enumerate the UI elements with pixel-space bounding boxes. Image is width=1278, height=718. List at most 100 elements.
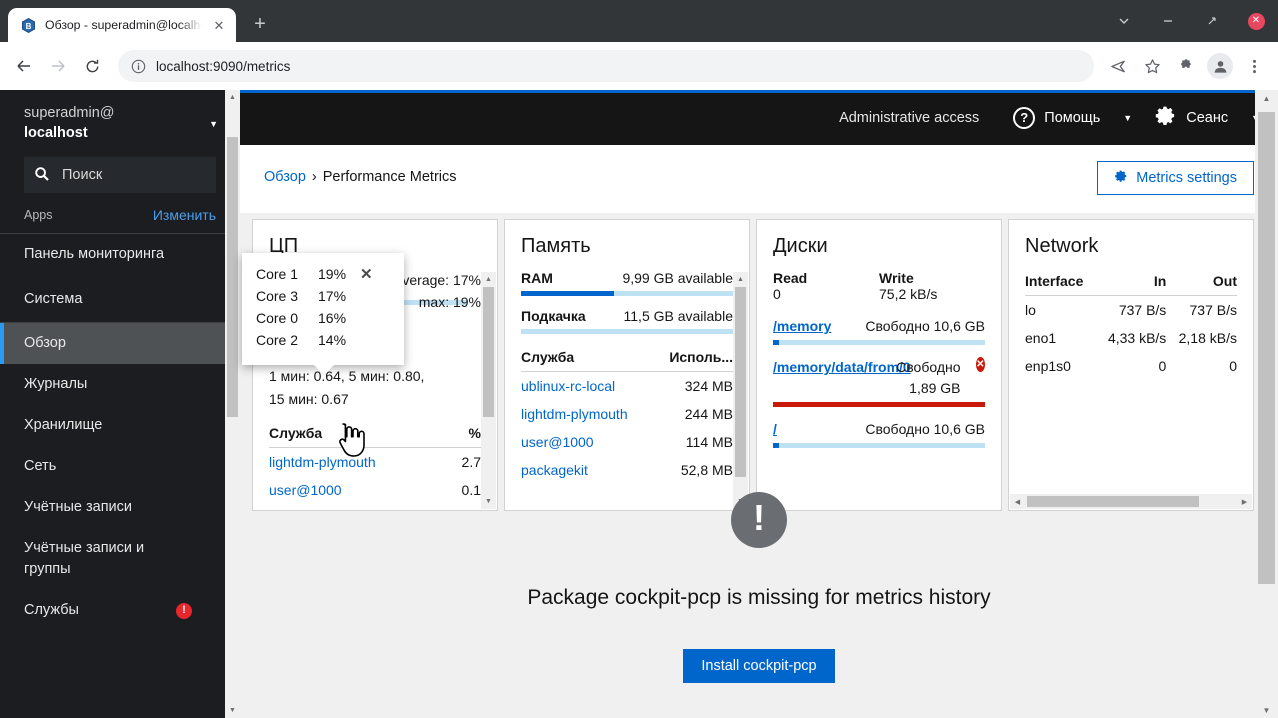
svg-text:B: B — [26, 22, 32, 31]
table-row[interactable]: lightdm-plymouth 244 MB — [521, 400, 733, 428]
disk-mount-link[interactable]: /memory/data/from/0 — [773, 357, 911, 377]
person-avatar-icon[interactable] — [1204, 50, 1236, 82]
sidebar-item-accounts-groups[interactable]: Учётные записи и группы — [0, 528, 240, 590]
three-dots-vertical-icon[interactable] — [1238, 50, 1270, 82]
chevron-up-icon[interactable]: ▲ — [481, 272, 496, 287]
sidebar-item-services[interactable]: Службы ! — [0, 590, 240, 631]
close-icon[interactable]: ✕ — [210, 16, 228, 34]
table-row[interactable]: enp1s0 0 0 — [1025, 352, 1237, 380]
scrollbar-thumb[interactable] — [1258, 112, 1275, 584]
gear-icon — [1154, 104, 1177, 131]
breadcrumb-root-link[interactable]: Обзор — [264, 169, 306, 185]
chevron-down-icon[interactable]: ▼ — [225, 703, 240, 718]
host-switcher[interactable]: superadmin@ localhost ▼ — [0, 90, 240, 153]
address-bar[interactable]: localhost:9090/metrics — [118, 50, 1094, 82]
disk-usage-bar-fill — [773, 443, 780, 449]
close-icon[interactable]: ✕ — [360, 267, 373, 282]
scrollbar-track[interactable] — [733, 287, 748, 494]
disk-usage-bar — [773, 443, 985, 449]
gear-icon — [1114, 169, 1128, 187]
chevron-up-icon[interactable]: ▲ — [1255, 90, 1278, 106]
core-label: Core 1 — [256, 266, 299, 282]
cockpit-logo-icon: B — [20, 17, 37, 34]
session-menu[interactable]: Сеанс ▼ — [1154, 104, 1260, 131]
table-row[interactable]: eno1 4,33 kB/s 2,18 kB/s — [1025, 324, 1237, 352]
breadcrumb-current: Performance Metrics — [322, 169, 457, 185]
interface-in: 737 B/s — [1118, 302, 1167, 318]
disk-mount-link[interactable]: / — [773, 419, 777, 439]
close-icon[interactable]: ✕ — [1234, 0, 1278, 42]
minimize-icon[interactable] — [1146, 0, 1190, 42]
scrollbar-track[interactable] — [1255, 106, 1278, 702]
error-circle-icon: ✕ — [975, 357, 985, 373]
cockpit-app: superadmin@ localhost ▼ Поиск Apps Измен… — [0, 90, 1278, 718]
scrollbar-thumb[interactable] — [483, 287, 494, 417]
sidebar-item-networking[interactable]: Сеть — [0, 446, 240, 487]
forward-arrow-icon[interactable] — [42, 50, 74, 82]
table-header-row: Служба Исполь... — [521, 346, 733, 372]
sidebar-item-storage[interactable]: Хранилище — [0, 405, 240, 446]
disks-card: Диски Read 0 Write 75,2 kB/s /memory Сво… — [756, 219, 1002, 511]
sidebar-item-overview[interactable]: Обзор — [0, 323, 240, 365]
metrics-settings-button[interactable]: Metrics settings — [1097, 161, 1254, 195]
cpu-card-scrollbar[interactable]: ▲ ▼ — [481, 272, 496, 509]
reload-icon[interactable] — [76, 50, 108, 82]
table-row[interactable]: user@1000 114 MB — [521, 428, 733, 456]
browser-tab[interactable]: B Обзор - superadmin@localho ✕ — [8, 8, 236, 42]
disk-free-label: Свободно 10,6 GB — [865, 318, 985, 334]
interface-in: 0 — [1158, 358, 1167, 374]
interface-out: 0 — [1229, 358, 1237, 374]
core-label: Core 2 — [256, 332, 299, 348]
network-table: Interface In Out lo 737 B/s 737 B/s eno1… — [1025, 270, 1237, 380]
plus-icon[interactable]: + — [246, 10, 274, 38]
chevron-up-icon[interactable]: ▲ — [733, 272, 748, 287]
search-icon — [34, 166, 50, 185]
disk-usage-bar — [773, 401, 985, 407]
sidebar-item-label: Учётные записи — [24, 499, 133, 516]
column-header-service: Служба — [521, 349, 575, 365]
administrative-access-label[interactable]: Administrative access — [839, 110, 979, 126]
sidebar-scrollbar-thumb[interactable] — [227, 137, 238, 417]
table-row[interactable]: packagekit 52,8 MB — [521, 456, 733, 484]
chevron-down-icon[interactable] — [1102, 0, 1146, 42]
sidebar-scrollbar[interactable]: ▲ ▼ — [225, 90, 240, 718]
service-name[interactable]: user@1000 — [521, 434, 594, 450]
apps-edit-link[interactable]: Изменить — [153, 207, 216, 223]
breadcrumb-separator: › — [311, 169, 317, 185]
service-name[interactable]: packagekit — [521, 462, 588, 478]
exclamation-circle-icon: ! — [731, 492, 787, 548]
sidebar-item-logs[interactable]: Журналы — [0, 364, 240, 405]
sidebar-item-accounts[interactable]: Учётные записи — [0, 487, 240, 528]
table-row[interactable]: ublinux-rc-local 324 MB — [521, 372, 733, 401]
service-name[interactable]: lightdm-plymouth — [521, 406, 628, 422]
send-icon[interactable] — [1102, 50, 1134, 82]
caret-down-icon: ▼ — [1123, 112, 1133, 123]
star-icon[interactable] — [1136, 50, 1168, 82]
sidebar-scrollbar-track[interactable] — [225, 105, 240, 703]
session-label: Сеанс — [1186, 109, 1229, 126]
puzzle-piece-icon[interactable] — [1170, 50, 1202, 82]
sidebar-item-dashboard[interactable]: Панель мониторинга — [0, 234, 240, 275]
main-scrollbar[interactable]: ▲ ▼ — [1255, 90, 1278, 718]
core-value: 16% — [318, 310, 347, 326]
service-value: 114 MB — [685, 434, 733, 450]
sidebar-group-system[interactable]: Система — [0, 275, 240, 324]
back-arrow-icon[interactable] — [8, 50, 40, 82]
service-name[interactable]: ublinux-rc-local — [521, 378, 615, 394]
info-circle-icon — [130, 58, 146, 74]
disk-mount-link[interactable]: /memory — [773, 316, 831, 336]
disk-free-label: Свободно 10,6 GB — [865, 420, 985, 437]
maximize-icon[interactable] — [1190, 0, 1234, 42]
service-value: 52,8 MB — [680, 462, 733, 478]
search-input[interactable]: Поиск — [24, 157, 216, 194]
chevron-down-icon[interactable]: ▼ — [1255, 702, 1278, 718]
chevron-up-icon[interactable]: ▲ — [225, 90, 240, 105]
table-row[interactable]: lo 737 B/s 737 B/s — [1025, 296, 1237, 325]
service-name[interactable]: lightdm-plymouth — [269, 454, 376, 470]
install-cockpit-pcp-button[interactable]: Install cockpit-pcp — [683, 649, 835, 683]
table-row[interactable]: lightdm-plymouth 2.7 — [269, 448, 481, 477]
scrollbar-thumb[interactable] — [735, 287, 746, 477]
help-menu[interactable]: ? Помощь ▼ — [1013, 106, 1133, 129]
memory-card-scrollbar[interactable]: ▲ ▼ — [733, 272, 748, 509]
scrollbar-track[interactable] — [481, 287, 496, 494]
